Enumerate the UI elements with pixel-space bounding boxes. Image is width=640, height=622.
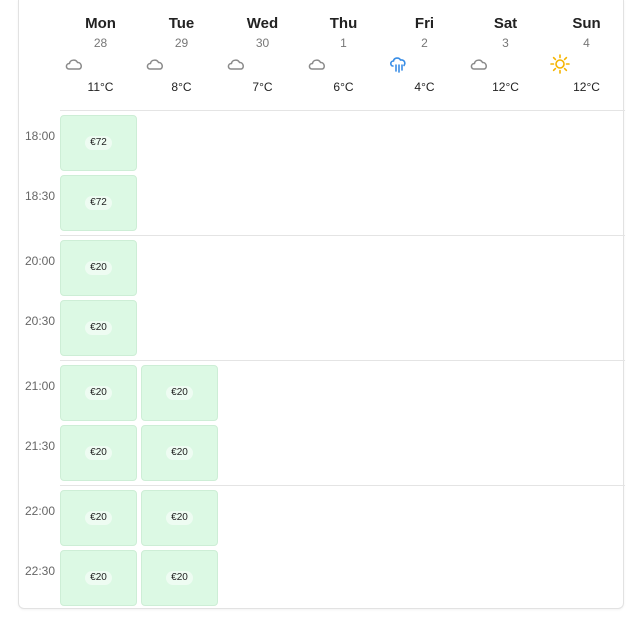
day-name: Wed	[246, 15, 279, 32]
rain-icon	[388, 54, 408, 74]
price-label: €20	[166, 511, 193, 525]
day-date: 29	[174, 36, 189, 50]
timeslot-tue-2130[interactable]: €20	[141, 425, 218, 481]
day-name: Mon	[85, 15, 116, 32]
day-date: 4	[583, 36, 590, 50]
timeslot-mon-1800[interactable]: €72	[60, 115, 137, 171]
timeslot-mon-2100[interactable]: €20	[60, 365, 137, 421]
day-header-tue: Tue 29 8°C	[141, 0, 222, 100]
day-temperature: 6°C	[333, 80, 354, 94]
timeslot-tue-2200[interactable]: €20	[141, 490, 218, 546]
price-label: €20	[166, 386, 193, 400]
day-date: 2	[421, 36, 428, 50]
day-temperature: 11°C	[87, 80, 114, 94]
day-header-mon: Mon 28 11°C	[60, 0, 141, 100]
day-date: 1	[340, 36, 347, 50]
hour-divider	[60, 110, 625, 111]
day-name: Tue	[168, 15, 195, 32]
day-name: Sun	[572, 15, 601, 32]
price-label: €20	[166, 446, 193, 460]
day-header-sun: Sun 4 12°C	[546, 0, 627, 100]
time-label: 20:30	[24, 314, 55, 328]
cloud-icon	[64, 54, 84, 74]
price-label: €20	[85, 386, 112, 400]
timeslot-tue-2100[interactable]: €20	[141, 365, 218, 421]
timeslot-mon-2130[interactable]: €20	[60, 425, 137, 481]
price-label: €20	[85, 321, 112, 335]
time-label: 20:00	[24, 254, 55, 268]
day-temperature: 12°C	[573, 80, 600, 94]
timeslot-mon-1830[interactable]: €72	[60, 175, 137, 231]
price-label: €20	[166, 571, 193, 585]
day-temperature: 8°C	[171, 80, 192, 94]
timeslot-mon-2000[interactable]: €20	[60, 240, 137, 296]
price-label: €20	[85, 261, 112, 275]
day-header-wed: Wed 30 7°C	[222, 0, 303, 100]
day-name: Sat	[493, 15, 518, 32]
timeslot-mon-2230[interactable]: €20	[60, 550, 137, 606]
day-name: Thu	[329, 15, 358, 32]
day-date: 3	[502, 36, 509, 50]
day-date: 30	[255, 36, 270, 50]
cloud-icon	[145, 54, 165, 74]
time-label: 22:30	[24, 564, 55, 578]
day-header-fri: Fri 2 4°C	[384, 0, 465, 100]
cloud-icon	[226, 54, 246, 74]
cloud-icon	[307, 54, 327, 74]
day-temperature: 12°C	[492, 80, 519, 94]
day-name: Fri	[414, 15, 435, 32]
day-header-thu: Thu 1 6°C	[303, 0, 384, 100]
time-label: 21:30	[24, 439, 55, 453]
time-label: 18:00	[24, 129, 55, 143]
day-temperature: 7°C	[252, 80, 273, 94]
time-label: 22:00	[24, 504, 55, 518]
price-label: €72	[85, 136, 112, 150]
hour-divider	[60, 235, 625, 236]
time-label: 21:00	[24, 379, 55, 393]
cloud-icon	[469, 54, 489, 74]
price-label: €20	[85, 446, 112, 460]
price-label: €20	[85, 571, 112, 585]
timeslot-tue-2230[interactable]: €20	[141, 550, 218, 606]
day-header-sat: Sat 3 12°C	[465, 0, 546, 100]
day-date: 28	[93, 36, 108, 50]
day-temperature: 4°C	[414, 80, 435, 94]
time-label: 18:30	[24, 189, 55, 203]
sun-icon	[550, 54, 570, 74]
timeslot-mon-2030[interactable]: €20	[60, 300, 137, 356]
calendar-card: Mon 28 11°C Tue 29 8°C Wed 30 7°C Thu 1 6°C Fri 2 4°C S…	[18, 0, 627, 609]
hour-divider	[60, 360, 625, 361]
timeslot-mon-2200[interactable]: €20	[60, 490, 137, 546]
price-label: €72	[85, 196, 112, 210]
hour-divider	[60, 485, 625, 486]
price-label: €20	[85, 511, 112, 525]
